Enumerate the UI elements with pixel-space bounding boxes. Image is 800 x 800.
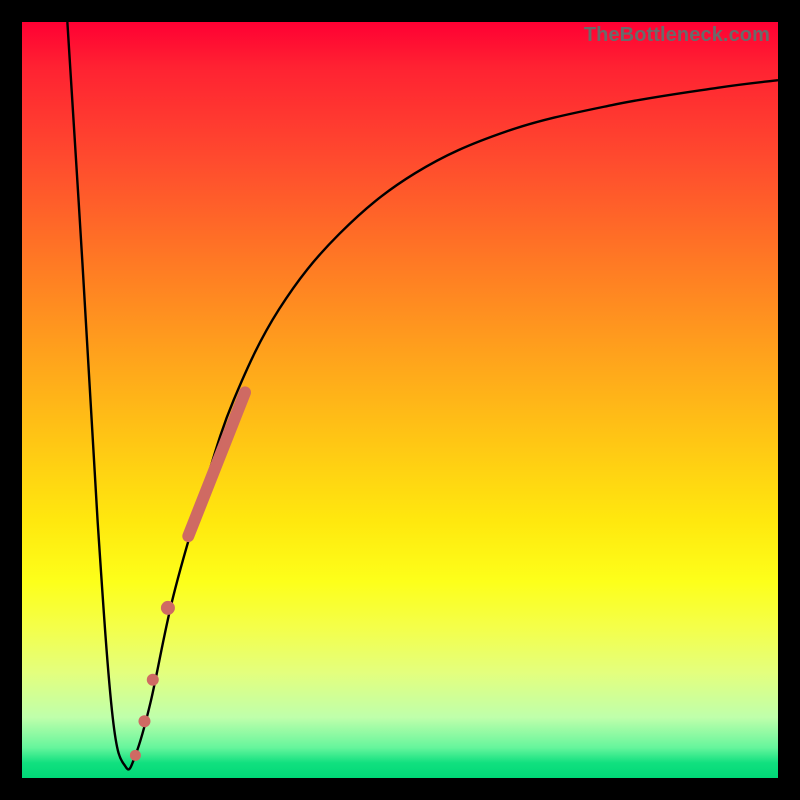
curve-layer [22, 22, 778, 778]
bottleneck-curve [67, 22, 778, 769]
marker-layer [130, 392, 245, 760]
highlight-band-top [188, 392, 245, 536]
plot-area: TheBottleneck.com [22, 22, 778, 778]
highlight-dot-1 [161, 601, 175, 615]
highlight-dot-2 [147, 674, 159, 686]
highlight-dot-3 [138, 715, 150, 727]
chart-frame: TheBottleneck.com [0, 0, 800, 800]
highlight-dot-bottom [130, 750, 141, 761]
